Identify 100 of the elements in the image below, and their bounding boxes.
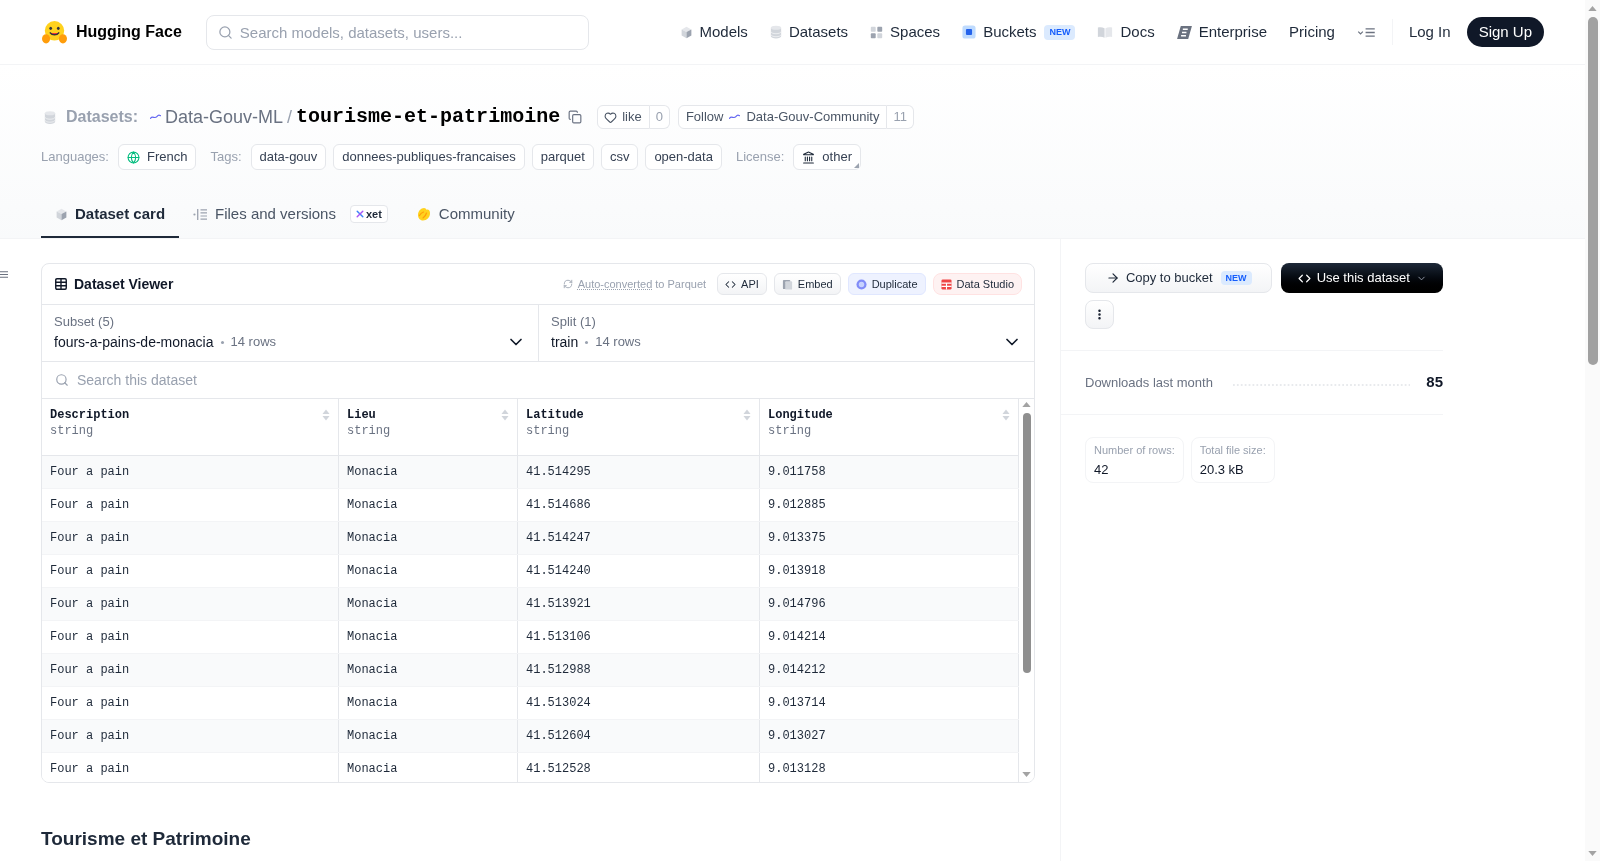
- scrollbar-thumb[interactable]: [1022, 413, 1031, 673]
- list-icon: [193, 207, 209, 221]
- scroll-down-arrow-icon[interactable]: [1022, 772, 1031, 777]
- tag-chip[interactable]: data-gouv: [250, 144, 327, 170]
- more-options-button[interactable]: [1085, 300, 1114, 329]
- picker-label: Split (1): [551, 313, 597, 331]
- scroll-up-arrow-icon[interactable]: [1022, 402, 1031, 407]
- follow-button[interactable]: Follow Data-Gouv-Community: [677, 105, 888, 129]
- tag-chip[interactable]: csv: [600, 144, 639, 170]
- book-icon: [1097, 25, 1114, 39]
- scroll-down-arrow-icon[interactable]: [1588, 851, 1597, 856]
- sort-icon[interactable]: [1002, 409, 1010, 421]
- wave-line-icon: [150, 114, 162, 120]
- repo-type-label: Datasets:: [66, 107, 139, 127]
- nav-link[interactable]: Datasets: [769, 20, 849, 44]
- wave-line-icon: [729, 114, 741, 120]
- table-cell: Monacia: [339, 522, 518, 554]
- nav-link[interactable]: Enterprise: [1176, 20, 1268, 44]
- column-type: string: [50, 423, 95, 439]
- language-tag[interactable]: French: [117, 144, 197, 170]
- copy-to-bucket-button[interactable]: Copy to bucket NEW: [1085, 263, 1273, 293]
- table-cell: 41.514247: [518, 522, 760, 554]
- log-in-link[interactable]: Log In: [1408, 20, 1451, 44]
- picker-label: Subset (5): [54, 313, 115, 331]
- menu-icon[interactable]: [0, 271, 8, 278]
- table-cell: Monacia: [339, 621, 518, 653]
- tag-chip[interactable]: parquet: [531, 144, 594, 170]
- table-cell: Four a pain: [42, 555, 339, 587]
- grid-icon: [940, 278, 952, 290]
- subset-dropdown[interactable]: Subset (5) fours-a-pains-de-monacia 14 rows: [42, 305, 538, 361]
- table-cell: Monacia: [339, 687, 518, 719]
- code-icon: [725, 278, 737, 290]
- license-label: License:: [735, 148, 785, 167]
- table-cell: 41.514295: [518, 456, 760, 488]
- nav-link[interactable]: Pricing: [1289, 20, 1335, 44]
- tab[interactable]: Community: [401, 192, 529, 238]
- table-cell: 41.514240: [518, 555, 760, 587]
- api-button[interactable]: API: [717, 273, 767, 295]
- license-tag[interactable]: other: [793, 144, 861, 170]
- table-cell: Four a pain: [42, 753, 339, 782]
- column-type: string: [768, 423, 813, 439]
- table-cell: Four a pain: [42, 489, 339, 521]
- table-icon: [54, 277, 68, 291]
- stat-value: 20.3 kB: [1199, 460, 1245, 478]
- tab[interactable]: Files and versions xet: [179, 192, 402, 238]
- nav-link[interactable]: Models: [679, 20, 748, 44]
- menu-icon[interactable]: [1356, 26, 1376, 38]
- tag-chip[interactable]: donnees-publiques-francaises: [333, 144, 525, 170]
- tag-chip[interactable]: open-data: [645, 144, 722, 170]
- stat-value: 42: [1094, 460, 1110, 478]
- corner-triangle-icon: [854, 163, 859, 168]
- column-type: string: [526, 423, 571, 439]
- split-dropdown[interactable]: Split (1) train 14 rows: [539, 305, 1034, 361]
- home-logo-link[interactable]: Hugging Face: [41, 18, 182, 46]
- row-count: 14 rows: [230, 333, 277, 351]
- page-scrollbar[interactable]: [1585, 0, 1600, 861]
- nav-link[interactable]: Docs: [1097, 20, 1155, 44]
- document-icon: [781, 278, 793, 290]
- use-this-dataset-button[interactable]: Use this dataset: [1281, 263, 1443, 293]
- picker-value: train: [551, 333, 579, 351]
- search-field[interactable]: Search models, datasets, users...: [205, 14, 589, 50]
- table-scrollbar[interactable]: [1019, 399, 1034, 782]
- dot-separator-icon: [220, 340, 224, 344]
- embed-button[interactable]: Embed: [773, 273, 841, 295]
- scroll-up-arrow-icon[interactable]: [1588, 6, 1597, 11]
- scrollbar-thumb[interactable]: [1587, 17, 1598, 365]
- database-icon: [769, 25, 782, 39]
- table-cell: Four a pain: [42, 456, 339, 488]
- sort-icon[interactable]: [322, 409, 330, 421]
- sort-icon[interactable]: [743, 409, 751, 421]
- table-cell: 41.512528: [518, 753, 760, 782]
- nav-link[interactable]: Spaces: [870, 20, 941, 44]
- refresh-icon: [562, 279, 573, 289]
- sign-up-button[interactable]: Sign Up: [1466, 17, 1544, 47]
- table-cell: Monacia: [339, 753, 518, 782]
- dataset-search-field[interactable]: Search this dataset: [42, 362, 1034, 398]
- data-studio-button[interactable]: Data Studio: [932, 273, 1022, 295]
- copy-icon[interactable]: [568, 110, 583, 124]
- ring-icon: [855, 278, 867, 290]
- nav-link[interactable]: Buckets NEW: [962, 20, 1076, 44]
- duplicate-button[interactable]: Duplicate: [847, 273, 926, 295]
- path-separator: /: [287, 105, 293, 129]
- row-count: 14 rows: [595, 333, 641, 351]
- picker-value: fours-a-pains-de-monacia: [54, 333, 214, 351]
- table-cell: 41.514686: [518, 489, 760, 521]
- arrow-right-icon: [1105, 271, 1120, 285]
- table-cell: Monacia: [339, 456, 518, 488]
- xet-label: xet: [365, 206, 382, 222]
- like-button[interactable]: like: [597, 105, 650, 129]
- repo-name-link[interactable]: tourisme-et-patrimoine: [296, 102, 561, 132]
- owner-link[interactable]: Data-Gouv-ML: [165, 103, 284, 131]
- table-cell: Monacia: [339, 588, 518, 620]
- table-cell: Monacia: [339, 720, 518, 752]
- tab[interactable]: Dataset card: [41, 192, 180, 238]
- sort-icon[interactable]: [501, 409, 509, 421]
- follower-count: 11: [887, 105, 914, 129]
- square-icon: [962, 25, 977, 39]
- cross-mark-icon: [355, 210, 364, 218]
- table-cell: Monacia: [339, 489, 518, 521]
- new-badge: NEW: [1220, 271, 1252, 285]
